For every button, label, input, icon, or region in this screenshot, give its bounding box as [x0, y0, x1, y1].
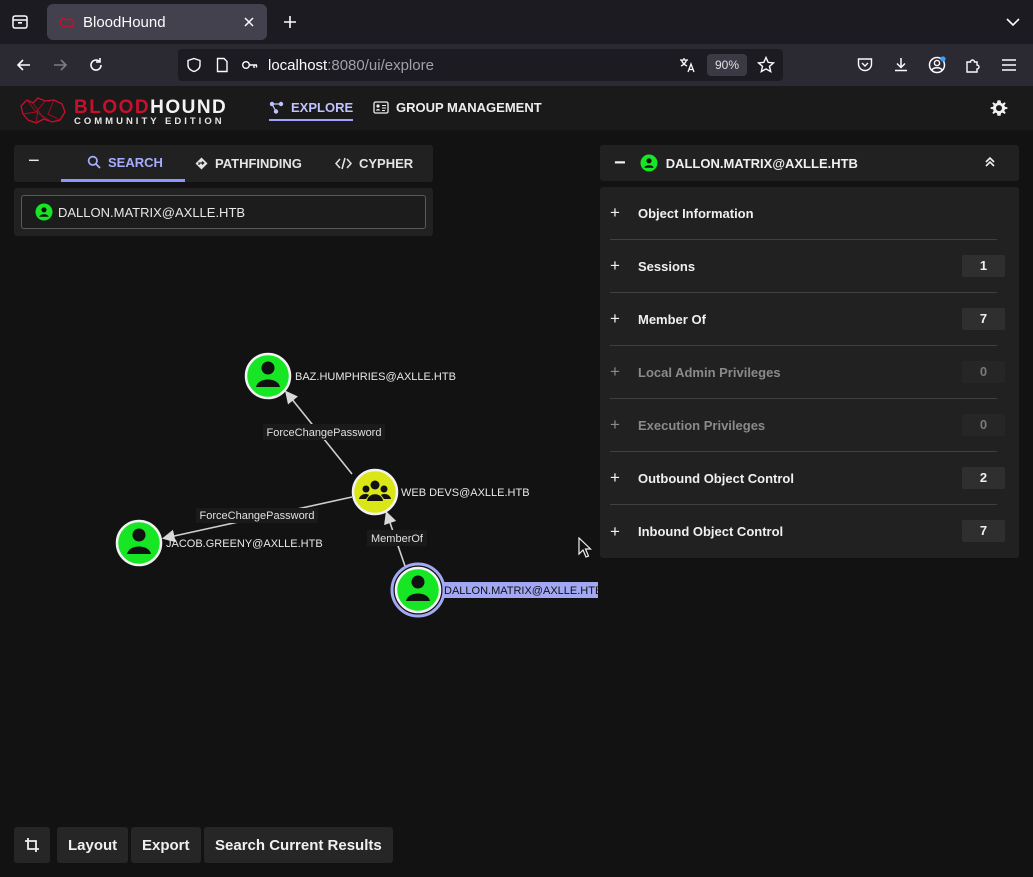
count-badge: 7: [962, 520, 1005, 542]
section-object-information[interactable]: + Object Information: [610, 187, 997, 240]
bloodhound-favicon-icon: [59, 17, 75, 28]
translate-icon[interactable]: [677, 55, 697, 75]
logo-subtitle: COMMUNITY EDITION: [74, 116, 225, 127]
node-dallon-matrix-selected[interactable]: DALLON.MATRIX@AXLLE.HTB: [390, 562, 600, 618]
collapse-search-panel-button[interactable]: −: [28, 151, 42, 173]
close-tab-icon[interactable]: [241, 14, 257, 30]
count-badge: 0: [962, 414, 1005, 436]
id-card-icon: [373, 101, 389, 114]
graph-nodes-icon: [269, 101, 284, 114]
route-diamond-icon: [195, 157, 208, 170]
crop-fit-button[interactable]: [14, 827, 50, 863]
nav-explore[interactable]: EXPLORE: [269, 100, 354, 121]
user-node-icon: [35, 203, 53, 221]
code-icon: [335, 157, 352, 170]
mouse-cursor-icon: [578, 537, 592, 558]
key-icon[interactable]: [240, 55, 260, 75]
search-panel: − SEARCH PATHFINDING CYPHER: [14, 145, 433, 182]
tab-title: BloodHound: [83, 13, 166, 31]
browser-nav-bar: localhost:8080/ui/explore 90%: [0, 44, 1033, 86]
count-badge: 2: [962, 467, 1005, 489]
edge-label-memberof: MemberOf: [371, 533, 424, 545]
address-bar[interactable]: localhost:8080/ui/explore 90%: [178, 49, 783, 81]
tab-search[interactable]: SEARCH: [61, 145, 185, 182]
expand-plus-icon: +: [610, 415, 620, 434]
app-header: BLOODHOUND COMMUNITY EDITION EXPLORE GRO…: [0, 86, 1033, 130]
section-inbound-object-control[interactable]: + Inbound Object Control 7: [610, 505, 1005, 558]
expand-plus-icon: +: [610, 468, 620, 487]
new-tab-icon[interactable]: [278, 10, 302, 34]
page-icon[interactable]: [212, 55, 232, 75]
browser-tab-bloodhound[interactable]: BloodHound: [47, 4, 267, 40]
hamburger-menu-icon[interactable]: [997, 53, 1021, 77]
node-label: WEB DEVS@AXLLE.HTB: [401, 487, 530, 499]
browser-tab-bar: BloodHound: [0, 0, 1033, 44]
section-execution-privileges: + Execution Privileges 0: [610, 399, 1005, 452]
expand-plus-icon: +: [610, 203, 620, 222]
search-current-results-button[interactable]: Search Current Results: [204, 827, 393, 863]
count-badge: 7: [962, 308, 1005, 330]
entity-info-panel: − DALLON.MATRIX@AXLLE.HTB + Object Infor…: [600, 145, 1019, 558]
pocket-icon[interactable]: [853, 53, 877, 77]
node-label: JACOB.GREENY@AXLLE.HTB: [166, 538, 323, 550]
double-chevron-up-icon[interactable]: [983, 155, 997, 169]
bloodhound-logo-icon: [20, 97, 66, 124]
section-member-of[interactable]: + Member Of 7: [610, 293, 1005, 346]
search-input[interactable]: DALLON.MATRIX@AXLLE.HTB: [21, 195, 426, 229]
export-button[interactable]: Export: [131, 827, 201, 863]
zoom-level-badge[interactable]: 90%: [707, 54, 747, 76]
search-icon: [87, 155, 101, 169]
entity-panel-header: − DALLON.MATRIX@AXLLE.HTB: [600, 145, 1019, 181]
section-outbound-object-control[interactable]: + Outbound Object Control 2: [610, 452, 1005, 505]
extensions-icon[interactable]: [961, 53, 985, 77]
url-text: localhost:8080/ui/explore: [268, 57, 434, 74]
tab-list-icon[interactable]: [8, 10, 32, 34]
search-box-container: DALLON.MATRIX@AXLLE.HTB: [14, 188, 433, 236]
tab-pathfinding[interactable]: PATHFINDING: [195, 145, 302, 182]
account-icon[interactable]: [925, 53, 949, 77]
forward-arrow-icon[interactable]: [48, 53, 72, 77]
bookmark-star-icon[interactable]: [756, 55, 776, 75]
count-badge: 0: [962, 361, 1005, 383]
user-node-icon: [640, 154, 658, 172]
expand-plus-icon: +: [610, 521, 620, 541]
nav-group-management[interactable]: GROUP MANAGEMENT: [373, 100, 542, 115]
graph-canvas[interactable]: ForceChangePassword ForceChangePassword …: [0, 240, 600, 820]
node-jacob-greeny[interactable]: JACOB.GREENY@AXLLE.HTB: [115, 519, 323, 567]
expand-plus-icon: +: [610, 309, 620, 328]
node-baz-humphries[interactable]: BAZ.HUMPHRIES@AXLLE.HTB: [244, 352, 456, 400]
node-label: DALLON.MATRIX@AXLLE.HTB: [444, 585, 600, 597]
shield-icon[interactable]: [184, 55, 204, 75]
tab-overflow-chevron-icon[interactable]: [1003, 12, 1023, 32]
expand-plus-icon: +: [610, 362, 620, 381]
collapse-entity-panel-button[interactable]: −: [614, 153, 626, 173]
expand-plus-icon: +: [610, 256, 620, 275]
downloads-icon[interactable]: [889, 53, 913, 77]
edge-label-forcechangepassword-1: ForceChangePassword: [267, 427, 382, 439]
section-local-admin-privileges: + Local Admin Privileges 0: [610, 346, 1005, 399]
tab-cypher[interactable]: CYPHER: [335, 145, 413, 182]
count-badge: 1: [962, 255, 1005, 277]
edge-label-forcechangepassword-2: ForceChangePassword: [200, 510, 315, 522]
back-arrow-icon[interactable]: [12, 53, 36, 77]
entity-panel-body: + Object Information + Sessions 1 + Memb…: [600, 187, 1019, 558]
settings-gear-icon[interactable]: [989, 98, 1009, 118]
entity-title: DALLON.MATRIX@AXLLE.HTB: [665, 155, 858, 171]
node-label: BAZ.HUMPHRIES@AXLLE.HTB: [295, 371, 456, 383]
crop-icon: [25, 838, 39, 852]
node-web-devs[interactable]: WEB DEVS@AXLLE.HTB: [351, 468, 530, 516]
layout-button[interactable]: Layout: [57, 827, 129, 863]
reload-icon[interactable]: [84, 53, 108, 77]
section-sessions[interactable]: + Sessions 1: [610, 240, 1005, 293]
